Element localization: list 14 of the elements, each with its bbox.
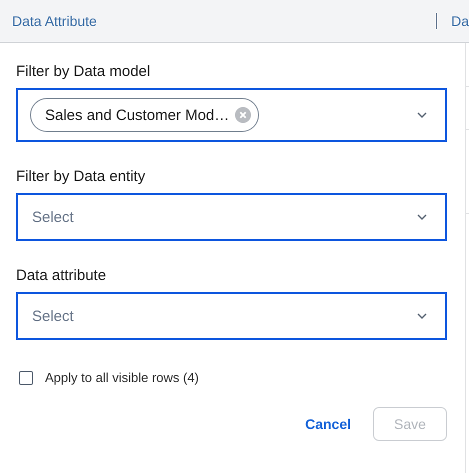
select-field[interactable]: Select xyxy=(16,193,447,241)
field-label: Data attribute xyxy=(16,267,108,284)
select-field[interactable]: Select xyxy=(16,292,447,340)
column-header[interactable]: Data Attribute xyxy=(12,13,436,29)
chevron-down-icon xyxy=(417,112,427,118)
checkbox-label: Apply to all visible rows (4) xyxy=(45,370,199,385)
chevron-down-icon xyxy=(417,214,427,220)
column-header[interactable]: Da xyxy=(451,13,469,29)
field-label: Filter by Data model xyxy=(16,63,152,80)
field-label: Filter by Data entity xyxy=(16,168,146,185)
checkbox[interactable] xyxy=(19,370,33,384)
chevron-down-icon xyxy=(417,313,427,319)
tag-chip: Sales and Customer Mod… xyxy=(30,98,260,132)
select-field[interactable]: Sales and Customer Mod… xyxy=(16,88,447,142)
